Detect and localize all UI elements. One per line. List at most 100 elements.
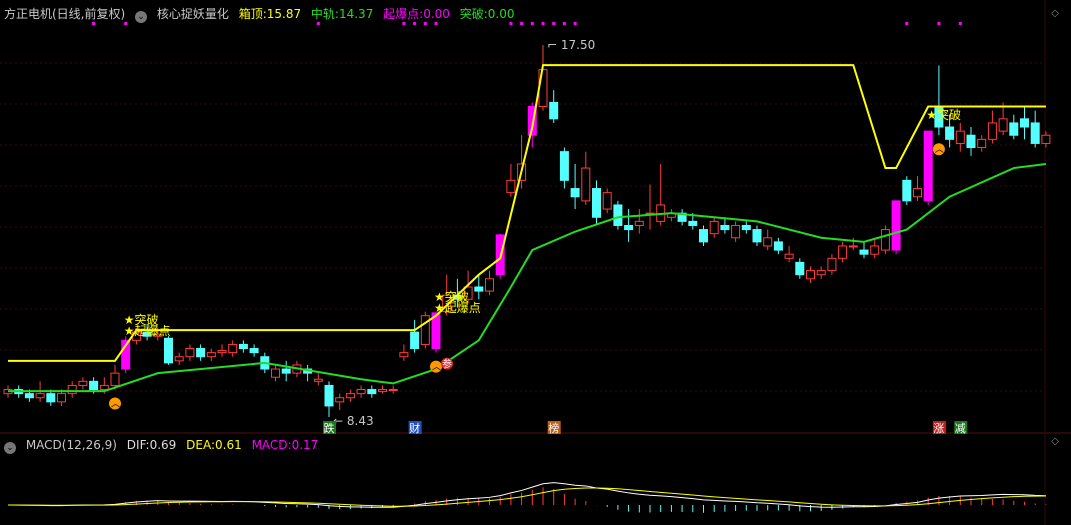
candle-body xyxy=(46,393,56,403)
stock-title: 方正电机(日线,前复权) xyxy=(4,7,126,21)
candle-body xyxy=(271,368,280,378)
signal-label: ★突破 xyxy=(926,107,961,122)
indicator-name[interactable]: 核心捉妖量化 xyxy=(157,7,229,21)
candle-body xyxy=(848,245,858,248)
candle-body xyxy=(816,270,826,276)
candle-body xyxy=(67,384,77,395)
candle-body xyxy=(228,343,238,354)
candle-body xyxy=(709,220,719,235)
macd-diamond-icon[interactable]: ◇ xyxy=(1051,436,1059,447)
box-top-line xyxy=(8,64,1046,362)
candle-body xyxy=(987,122,997,140)
ignite-label: 起爆点: xyxy=(383,7,424,21)
signal-dot xyxy=(520,22,524,25)
signal-dot xyxy=(905,22,909,25)
candle-body xyxy=(281,368,291,374)
candle-body xyxy=(699,229,708,243)
ignite-value: 0.00 xyxy=(423,7,450,21)
event-tag-label: 榜 xyxy=(548,421,559,435)
candle-body xyxy=(78,380,88,386)
candle-body xyxy=(1041,134,1051,144)
candle-body xyxy=(345,393,355,399)
candle-body xyxy=(164,337,173,364)
candle-body xyxy=(634,220,644,226)
candle-body xyxy=(185,348,195,358)
candle-body xyxy=(923,130,933,202)
box-top-label: 箱顶: xyxy=(238,7,267,21)
candle-body xyxy=(474,286,484,292)
event-tag-label: 跌 xyxy=(324,421,335,435)
event-tag-label: 财 xyxy=(409,421,420,435)
candle-body xyxy=(570,188,580,198)
candle-body xyxy=(752,229,762,243)
chart-header: 方正电机(日线,前复权) ⌄ 核心捉妖量化 箱顶:15.87 中轨:14.37 … xyxy=(4,5,521,23)
candle-body xyxy=(410,331,420,350)
candle-body xyxy=(720,224,730,231)
candle-body xyxy=(784,253,794,259)
candle-body xyxy=(217,350,227,354)
candle-body xyxy=(367,389,377,395)
indicator-dropdown-icon[interactable]: ⌄ xyxy=(135,11,148,23)
signal-dot xyxy=(552,22,556,25)
candle-body xyxy=(806,270,815,280)
low-price-label: ← 8.43 xyxy=(333,414,374,428)
candle-body xyxy=(1009,122,1019,136)
macd-label: MACD: xyxy=(251,438,292,452)
candle-body xyxy=(998,118,1008,132)
macd-header: ⌄ MACD(12,26,9) DIF:0.69 DEA:0.61 MACD:0… xyxy=(4,438,324,454)
up-arrow-icon: ︿ xyxy=(935,145,944,155)
up-arrow-icon: ︿ xyxy=(432,363,441,373)
candle-body xyxy=(196,348,206,358)
signal-label: ★起爆点 xyxy=(434,301,481,315)
dif-value: 0.69 xyxy=(149,438,177,452)
candle-body xyxy=(313,378,323,382)
candle-body xyxy=(206,352,216,358)
event-badge-label: 参 xyxy=(442,358,452,371)
signal-dot xyxy=(530,22,534,25)
candle-body xyxy=(378,389,387,393)
candle-body xyxy=(24,393,34,399)
event-tag-label: 涨 xyxy=(933,422,944,435)
candle-body xyxy=(238,343,248,350)
candle-body xyxy=(880,229,890,251)
candle-body xyxy=(827,257,837,272)
candle-body xyxy=(485,278,494,292)
up-arrow-icon: ︿ xyxy=(111,400,120,410)
candle-body xyxy=(538,69,548,108)
candle-body xyxy=(859,249,869,255)
dif-line xyxy=(7,482,1046,508)
mid-label: 中轨: xyxy=(310,7,339,21)
candle-body xyxy=(335,397,345,403)
candle-body xyxy=(559,151,569,181)
high-price-label: ⌐ 17.50 xyxy=(547,38,595,52)
mid-line xyxy=(8,162,1047,393)
macd-title[interactable]: MACD(12,26,9) xyxy=(26,438,117,452)
candle-body xyxy=(89,380,99,391)
candle-body xyxy=(57,393,66,403)
candle-body xyxy=(945,126,955,140)
box-top-value: 15.87 xyxy=(266,7,302,21)
collapse-diamond-icon[interactable]: ◇ xyxy=(1051,8,1059,19)
candle-body xyxy=(506,179,516,194)
candle-body xyxy=(763,237,773,247)
event-tag-label: 减 xyxy=(955,422,966,435)
candle-body xyxy=(324,384,334,407)
dea-value: 0.61 xyxy=(215,438,242,452)
candle-body xyxy=(624,224,634,231)
dif-label: DIF: xyxy=(126,438,150,452)
candle-body xyxy=(592,188,601,218)
candle-body xyxy=(795,261,805,276)
candle-body xyxy=(870,245,880,255)
candle-body xyxy=(731,224,741,239)
candle-body xyxy=(838,245,848,259)
break-value: 0.00 xyxy=(487,7,515,21)
candle-body xyxy=(1030,122,1040,144)
candle-body xyxy=(549,101,559,120)
break-label: 突破: xyxy=(459,7,488,21)
candle-body xyxy=(388,389,398,392)
macd-dropdown-icon[interactable]: ⌄ xyxy=(4,442,16,454)
candle-body xyxy=(99,384,109,391)
signal-dot xyxy=(958,22,962,25)
dea-label: DEA: xyxy=(186,438,216,452)
mid-value: 14.37 xyxy=(338,7,374,21)
